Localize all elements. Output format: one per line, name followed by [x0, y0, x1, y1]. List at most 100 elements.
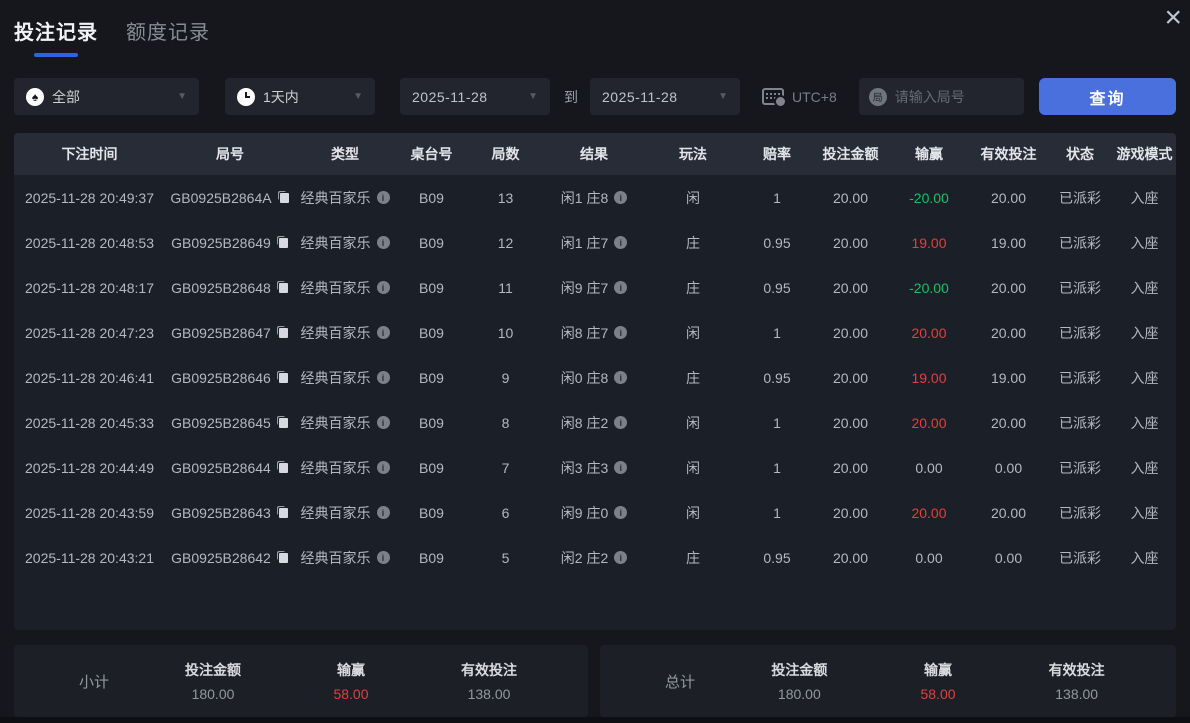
- date-from-select[interactable]: 2025-11-28 ▼: [400, 78, 550, 115]
- table-row: 2025-11-28 20:45:33 GB0925B28645 经典百家乐 i…: [14, 400, 1176, 445]
- table-row: 2025-11-28 20:47:23 GB0925B28647 经典百家乐 i…: [14, 310, 1176, 355]
- titlebar: 投注记录 额度记录 ×: [0, 0, 1190, 62]
- column-header: 输赢: [915, 146, 943, 162]
- copy-icon[interactable]: [277, 191, 290, 204]
- round-id-cell: GB0925B28646: [165, 370, 295, 386]
- game-mode-cell: 入座: [1130, 189, 1159, 206]
- copy-icon[interactable]: [276, 551, 289, 564]
- tab-quota-records[interactable]: 额度记录: [126, 16, 210, 45]
- column-header: 投注金额: [822, 146, 879, 162]
- info-icon[interactable]: i: [614, 416, 628, 429]
- info-icon[interactable]: i: [614, 281, 628, 294]
- status-cell: 已派彩: [1059, 549, 1101, 566]
- copy-icon[interactable]: [276, 416, 289, 429]
- round-id-cell: GB0925B2864A: [165, 190, 295, 206]
- tab-bar: 投注记录 额度记录: [14, 16, 1176, 57]
- win-loss-label: 输赢: [924, 662, 952, 678]
- total-title: 总计: [664, 673, 695, 691]
- round-no-cell: 11: [498, 279, 513, 296]
- info-icon[interactable]: i: [376, 281, 390, 294]
- round-id-cell: GB0925B28644: [165, 460, 295, 476]
- round-id-text: GB0925B2864A: [170, 189, 272, 206]
- table-row: 2025-11-28 20:48:53 GB0925B28649 经典百家乐 i…: [14, 220, 1176, 265]
- info-icon[interactable]: i: [614, 506, 628, 519]
- copy-icon[interactable]: [276, 281, 289, 294]
- tab-betting-records[interactable]: 投注记录: [14, 16, 98, 57]
- time-range-select[interactable]: 1天内 ▼: [225, 78, 375, 115]
- result-cell: 闲0 庄8 i: [543, 368, 645, 388]
- info-icon[interactable]: i: [376, 416, 390, 429]
- valid-bet-cell: 0.00: [994, 549, 1023, 566]
- odds-cell: 1: [773, 414, 781, 431]
- status-cell: 已派彩: [1059, 459, 1101, 476]
- info-icon[interactable]: i: [614, 461, 628, 474]
- info-icon[interactable]: i: [614, 191, 628, 204]
- total-win-stat: 输赢 58.00: [869, 660, 1008, 702]
- round-search-input[interactable]: [894, 88, 1014, 105]
- round-id-text: GB0925B28644: [171, 459, 271, 476]
- info-icon[interactable]: i: [376, 191, 390, 204]
- win-loss-label: 输赢: [337, 662, 365, 678]
- odds-cell: 1: [773, 189, 781, 206]
- info-icon[interactable]: i: [376, 326, 390, 339]
- table-header: 下注时间 局号 类型 桌台号 局数 结果 玩法 赔率 投注金额 输赢 有效投注 状态 游戏模式: [14, 133, 1176, 175]
- game-type-cell: 经典百家乐 i: [295, 413, 395, 433]
- odds-cell: 0.95: [763, 369, 791, 386]
- valid-bet-cell: 20.00: [990, 279, 1027, 296]
- copy-icon[interactable]: [276, 326, 289, 339]
- result-cell: 闲1 庄7 i: [543, 233, 645, 253]
- win-loss-cell: -20.00: [909, 189, 949, 206]
- game-mode-cell: 入座: [1130, 549, 1159, 566]
- info-icon[interactable]: i: [614, 326, 628, 339]
- column-header: 局号: [216, 146, 244, 162]
- info-icon[interactable]: i: [376, 371, 390, 384]
- bet-time-cell: 2025-11-28 20:48:17: [25, 279, 154, 296]
- round-no-cell: 6: [501, 504, 510, 521]
- play-cell: 闲: [686, 504, 700, 521]
- table-no-cell: B09: [419, 414, 444, 431]
- result-cell: 闲3 庄3 i: [543, 458, 645, 478]
- game-mode-cell: 入座: [1130, 459, 1159, 476]
- subtotal-win-value: 58.00: [333, 686, 369, 702]
- info-icon[interactable]: i: [614, 236, 628, 249]
- result-text: 闲9 庄0: [560, 504, 609, 521]
- valid-bet-label: 有效投注: [461, 662, 517, 678]
- table-no-cell: B09: [419, 504, 444, 521]
- info-icon[interactable]: i: [376, 551, 390, 564]
- valid-bet-cell: 20.00: [990, 414, 1027, 431]
- win-loss-cell: 0.00: [915, 459, 943, 476]
- result-text: 闲1 庄7: [560, 234, 609, 251]
- copy-icon[interactable]: [276, 236, 289, 249]
- info-icon[interactable]: i: [376, 236, 390, 249]
- table-no-cell: B09: [419, 234, 444, 251]
- result-text: 闲1 庄8: [560, 189, 609, 206]
- copy-icon[interactable]: [276, 371, 289, 384]
- query-button[interactable]: 查询: [1039, 78, 1176, 115]
- game-mode-cell: 入座: [1130, 504, 1159, 521]
- date-to-select[interactable]: 2025-11-28 ▼: [590, 78, 740, 115]
- timezone-indicator[interactable]: UTC+8: [762, 88, 837, 108]
- round-id-text: GB0925B28643: [171, 504, 271, 521]
- round-id-cell: GB0925B28649: [165, 235, 295, 251]
- bet-time-cell: 2025-11-28 20:45:33: [25, 414, 154, 431]
- round-id-cell: GB0925B28647: [165, 325, 295, 341]
- table-row: 2025-11-28 20:49:37 GB0925B2864A 经典百家乐 i…: [14, 175, 1176, 220]
- round-id-cell: GB0925B28648: [165, 280, 295, 296]
- active-tab-underline: [34, 53, 78, 57]
- info-icon[interactable]: i: [376, 461, 390, 474]
- copy-icon[interactable]: [276, 461, 289, 474]
- game-type-text: 经典百家乐: [300, 189, 371, 206]
- copy-icon[interactable]: [276, 506, 289, 519]
- odds-cell: 0.95: [763, 549, 791, 566]
- round-no-cell: 7: [501, 459, 510, 476]
- round-id-text: GB0925B28648: [171, 279, 271, 296]
- game-type-cell: 经典百家乐 i: [295, 188, 395, 208]
- close-icon[interactable]: ×: [1164, 0, 1182, 36]
- info-icon[interactable]: i: [614, 371, 628, 384]
- game-type-select[interactable]: ♠ 全部 ▼: [14, 78, 199, 115]
- valid-bet-cell: 20.00: [990, 324, 1027, 341]
- info-icon[interactable]: i: [376, 506, 390, 519]
- status-cell: 已派彩: [1059, 324, 1101, 341]
- info-icon[interactable]: i: [614, 551, 628, 564]
- time-range-value: 1天内: [263, 88, 299, 105]
